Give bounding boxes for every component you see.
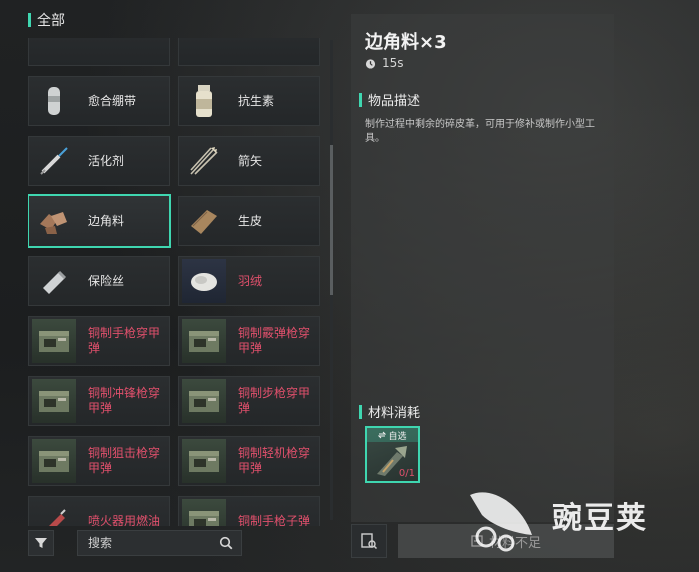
craft-icon <box>471 535 483 547</box>
ammo-box-icon <box>32 319 76 363</box>
scrollbar-thumb[interactable] <box>330 145 333 295</box>
ammo-box-icon <box>182 499 226 526</box>
item-card-label: 铜制轻机枪穿甲弹 <box>238 446 311 475</box>
rawhide-icon <box>182 199 226 243</box>
item-card-label: 铜制手枪穿甲弹 <box>88 326 161 355</box>
item-card-label: 愈合绷带 <box>88 93 137 108</box>
header-accent <box>28 13 31 27</box>
item-card[interactable]: 铜制手枪穿甲弹 <box>28 316 170 366</box>
search-box[interactable] <box>77 530 242 556</box>
item-card-label: 铜制霰弹枪穿甲弹 <box>238 326 311 355</box>
leather-scraps-icon <box>32 199 76 243</box>
item-card-label: 活化剂 <box>88 153 125 168</box>
item-card[interactable]: 铜制手枪子弹 <box>178 496 320 526</box>
list-header-label: 全部 <box>37 13 65 29</box>
item-list: 愈合绷带 抗生素活化剂 箭矢边角料 生皮保险丝 羽绒铜制手枪穿甲弹 铜制霰弹枪穿甲弹铜制冲… <box>28 38 322 526</box>
list-header: 全部 <box>28 10 65 30</box>
filter-button[interactable] <box>28 530 54 556</box>
craft-button[interactable]: 材料不足 <box>398 524 614 558</box>
material-tag-label: 自选 <box>388 431 407 442</box>
item-card-label: 铜制狙击枪穿甲弹 <box>88 446 161 475</box>
search-icon[interactable] <box>219 536 233 550</box>
description-header-label: 物品描述 <box>368 94 421 109</box>
partial-item-icon <box>182 38 226 63</box>
item-card[interactable]: 保险丝 <box>28 256 170 306</box>
item-card-label: 箭矢 <box>238 153 263 168</box>
item-card-label: 铜制冲锋枪穿甲弹 <box>88 386 161 415</box>
description-header: 物品描述 <box>359 90 420 109</box>
item-card[interactable]: 铜制步枪穿甲弹 <box>178 376 320 426</box>
ammo-box-icon <box>182 439 226 483</box>
recipe-info-button[interactable] <box>351 524 387 558</box>
item-card-label: 生皮 <box>238 213 263 228</box>
materials-header-label: 材料消耗 <box>368 406 421 421</box>
search-input[interactable] <box>86 535 200 551</box>
craft-time: 15s <box>365 56 404 70</box>
syringe-icon <box>32 139 76 183</box>
item-card[interactable]: 铜制轻机枪穿甲弹 <box>178 436 320 486</box>
ammo-box-icon <box>182 319 226 363</box>
item-card[interactable]: 边角料 <box>28 194 171 248</box>
item-card[interactable]: 铜制冲锋枪穿甲弹 <box>28 376 170 426</box>
item-card[interactable]: 活化剂 <box>28 136 170 186</box>
section-accent <box>359 92 362 107</box>
partial-item-icon <box>32 38 76 63</box>
material-slot[interactable]: 自选 0/1 <box>365 426 420 483</box>
item-card[interactable]: 抗生素 <box>178 76 320 126</box>
item-detail-panel: 边角料×3 15s 物品描述 制作过程中剩余的碎皮革，可用于修补或制作小型工具。… <box>351 14 614 522</box>
item-card[interactable]: 铜制霰弹枪穿甲弹 <box>178 316 320 366</box>
item-card[interactable]: 生皮 <box>178 196 320 246</box>
item-card[interactable]: 铜制狙击枪穿甲弹 <box>28 436 170 486</box>
material-count: 0/1 <box>398 468 415 479</box>
material-tag: 自选 <box>367 428 418 442</box>
timer-icon <box>365 58 376 69</box>
item-card-label: 抗生素 <box>238 93 275 108</box>
item-description: 制作过程中剩余的碎皮革，可用于修补或制作小型工具。 <box>365 119 595 144</box>
recipe-search-icon <box>361 533 378 550</box>
ammo-box-icon <box>32 439 76 483</box>
item-card[interactable]: 箭矢 <box>178 136 320 186</box>
fuse-icon <box>32 259 76 303</box>
item-card-label: 喷火器用燃油 <box>88 513 161 527</box>
item-card-label: 保险丝 <box>88 273 125 288</box>
item-card[interactable]: 羽绒 <box>178 256 320 306</box>
bandage-icon <box>32 79 76 123</box>
section-accent <box>359 404 362 419</box>
item-card-label: 铜制手枪子弹 <box>238 513 311 527</box>
item-card[interactable]: 愈合绷带 <box>28 76 170 126</box>
item-card[interactable] <box>178 38 320 66</box>
materials-header: 材料消耗 <box>359 402 420 421</box>
down-feather-icon <box>182 259 226 303</box>
item-card-label: 羽绒 <box>238 273 263 288</box>
craft-time-value: 15s <box>382 56 404 70</box>
pill-bottle-icon <box>182 79 226 123</box>
item-card[interactable] <box>28 38 170 66</box>
filter-icon <box>35 538 47 548</box>
ammo-box-icon <box>32 379 76 423</box>
item-card-label: 铜制步枪穿甲弹 <box>238 386 311 415</box>
swap-icon <box>378 431 387 439</box>
arrows-icon <box>182 139 226 183</box>
craft-button-label: 材料不足 <box>488 535 541 551</box>
ammo-box-icon <box>182 379 226 423</box>
item-card[interactable]: 喷火器用燃油 <box>28 496 170 526</box>
fuel-icon <box>32 499 76 526</box>
item-card-label: 边角料 <box>88 213 125 228</box>
item-title: 边角料×3 <box>365 32 447 53</box>
